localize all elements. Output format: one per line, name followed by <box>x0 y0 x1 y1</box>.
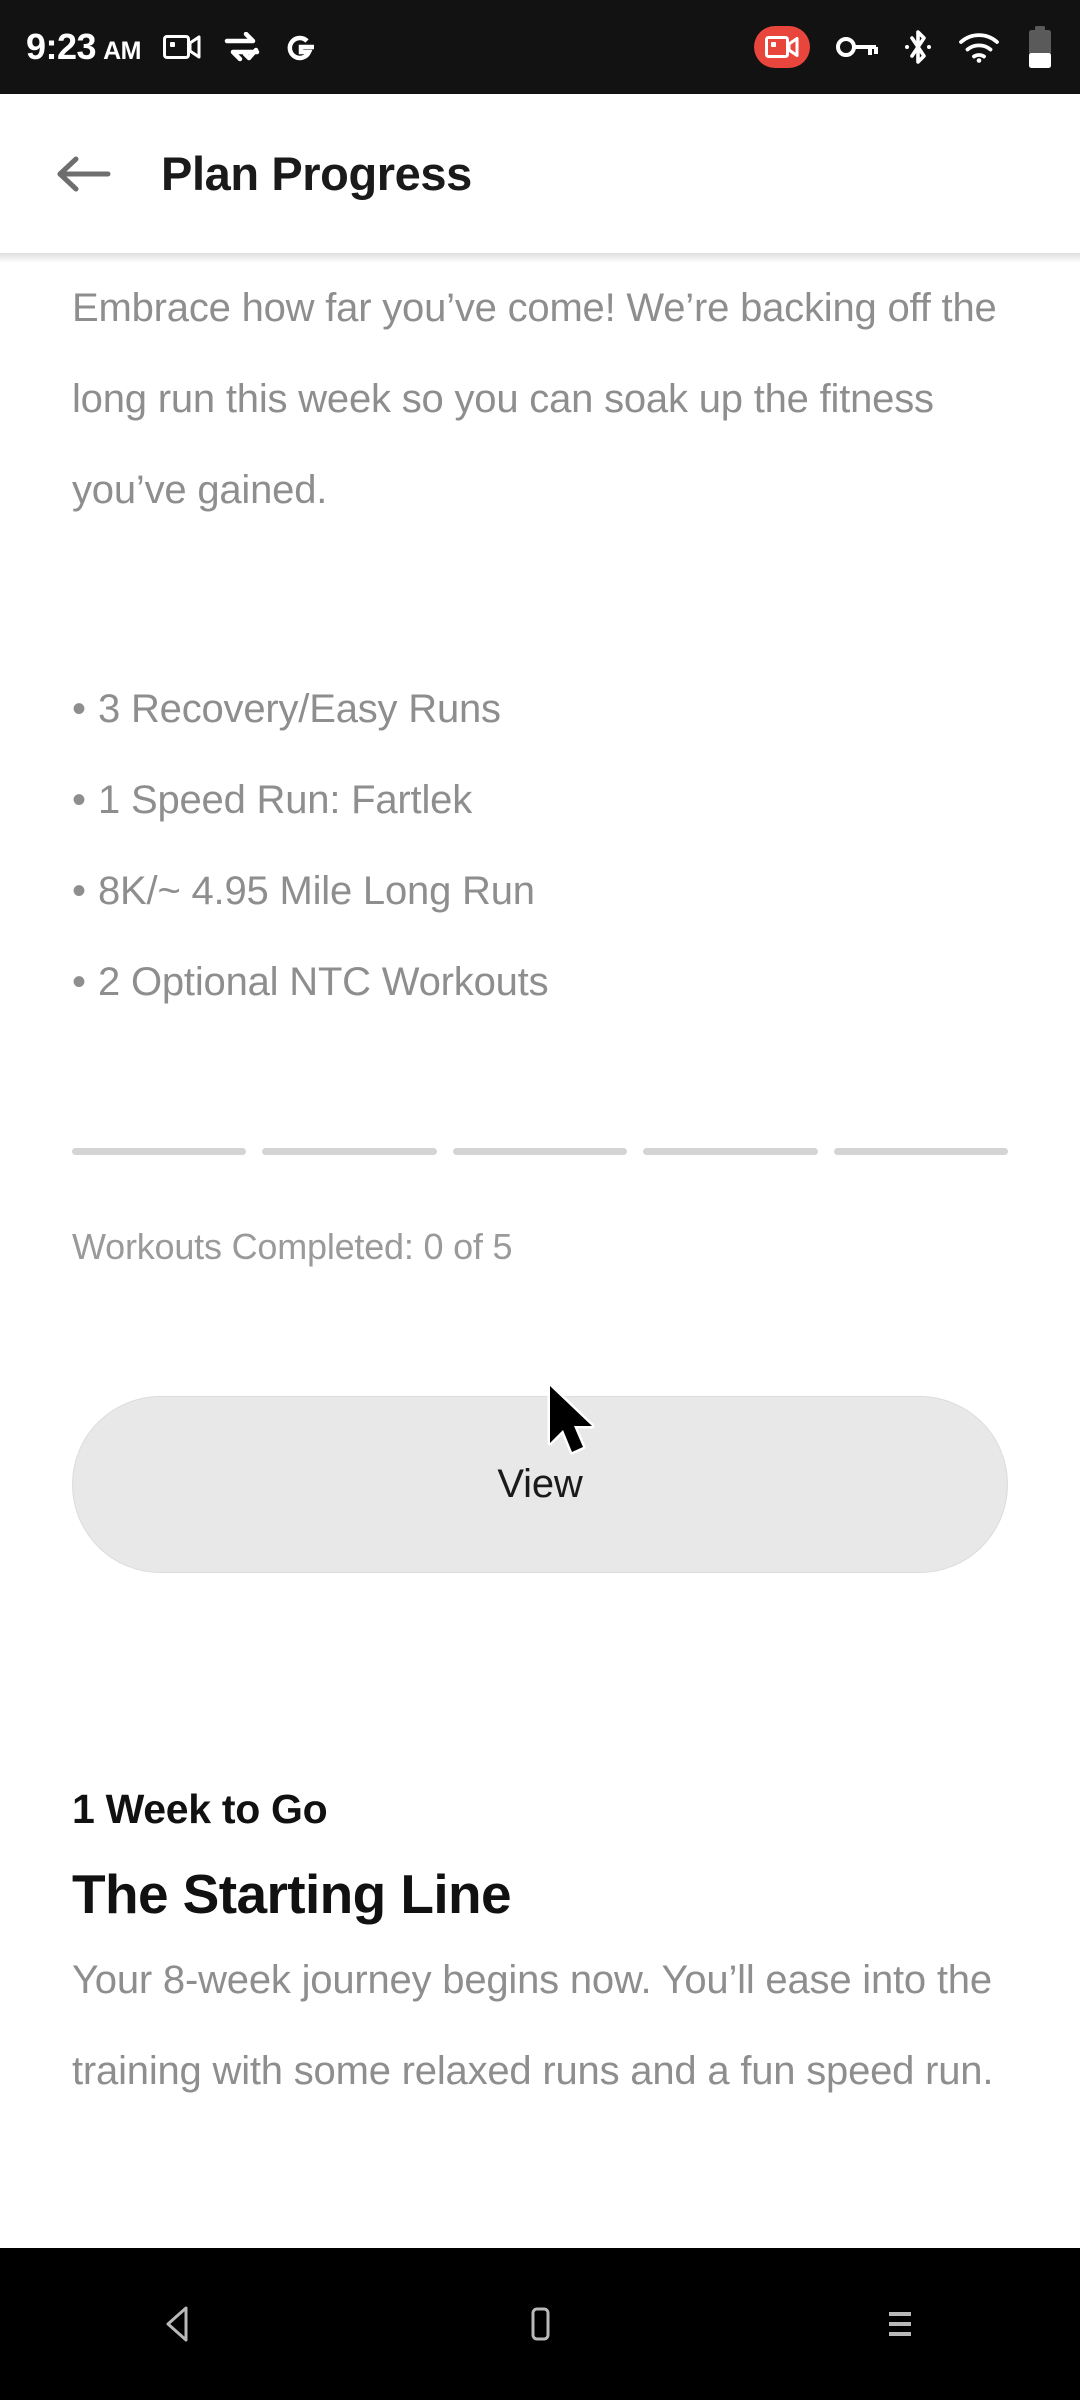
bullet-marker: • <box>72 869 86 913</box>
app-header: Plan Progress <box>0 94 1080 253</box>
nav-back-button[interactable] <box>80 2248 280 2400</box>
video-call-icon <box>162 35 201 59</box>
wifi-icon <box>959 33 999 63</box>
list-item: • 2 Optional NTC Workouts <box>72 937 1008 1028</box>
progress-segment <box>643 1148 818 1155</box>
bullet-marker: • <box>72 778 86 822</box>
clock-ampm: AM <box>103 37 141 65</box>
progress-segment <box>452 1148 628 1155</box>
current-week-card: Embrace how far you’ve come! We’re backi… <box>0 263 1080 1573</box>
plan-progress-scroll-content[interactable]: Embrace how far you’ve come! We’re backi… <box>0 263 1080 2248</box>
workout-progress-bar <box>0 1148 1080 1155</box>
current-week-description: Embrace how far you’ve come! We’re backi… <box>72 286 997 512</box>
google-g-icon <box>287 35 314 61</box>
vpn-key-icon <box>836 37 878 57</box>
battery-icon <box>1029 26 1051 68</box>
bullet-marker: • <box>72 687 86 731</box>
view-button[interactable]: View <box>72 1396 1008 1573</box>
back-button[interactable] <box>28 119 138 229</box>
list-item-label: 3 Recovery/Easy Runs <box>98 687 501 731</box>
header-divider-shadow <box>0 253 1080 263</box>
next-week-description: Your 8-week journey begins now. You’ll e… <box>72 1958 994 2093</box>
status-bar-left-group: 9:23 AM <box>26 29 317 65</box>
clock-time: 9:23 <box>26 26 97 67</box>
nav-recents-icon <box>889 2312 911 2336</box>
transfer-check-icon <box>224 32 260 62</box>
status-bar-clock: 9:23 AM <box>26 29 141 65</box>
next-week-countdown-label: 1 Week to Go <box>72 1786 328 1832</box>
progress-segment <box>262 1148 437 1155</box>
status-bar-right-group <box>754 26 1054 68</box>
screen-record-badge-icon <box>754 26 810 68</box>
arrow-left-icon <box>57 156 111 191</box>
progress-segment <box>833 1148 1009 1155</box>
progress-segment <box>72 1148 247 1155</box>
android-nav-bar <box>0 2248 1080 2400</box>
status-bar: 9:23 AM <box>0 0 1080 94</box>
current-week-bullet-list: • 3 Recovery/Easy Runs • 1 Speed Run: Fart… <box>0 664 1080 1028</box>
list-item-label: 2 Optional NTC Workouts <box>98 960 549 1004</box>
nav-recents-button[interactable] <box>800 2248 1000 2400</box>
nav-home-button[interactable] <box>440 2248 640 2400</box>
list-item-label: 1 Speed Run: Fartlek <box>98 778 472 822</box>
bluetooth-icon <box>905 30 931 64</box>
nav-home-icon <box>531 2307 550 2341</box>
next-week-title: The Starting Line <box>72 1863 512 1925</box>
bullet-marker: • <box>72 960 86 1004</box>
workouts-completed-label: Workouts Completed: 0 of 5 <box>72 1226 513 1267</box>
list-item: • 3 Recovery/Easy Runs <box>72 664 1008 755</box>
list-item-label: 8K/~ 4.95 Mile Long Run <box>98 869 535 913</box>
page-title: Plan Progress <box>161 147 472 200</box>
list-item: • 8K/~ 4.95 Mile Long Run <box>72 846 1008 937</box>
nav-back-icon <box>166 2306 188 2342</box>
next-week-card: 1 Week to Go The Starting Line Your 8-we… <box>0 1786 1080 2117</box>
list-item: • 1 Speed Run: Fartlek <box>72 755 1008 846</box>
